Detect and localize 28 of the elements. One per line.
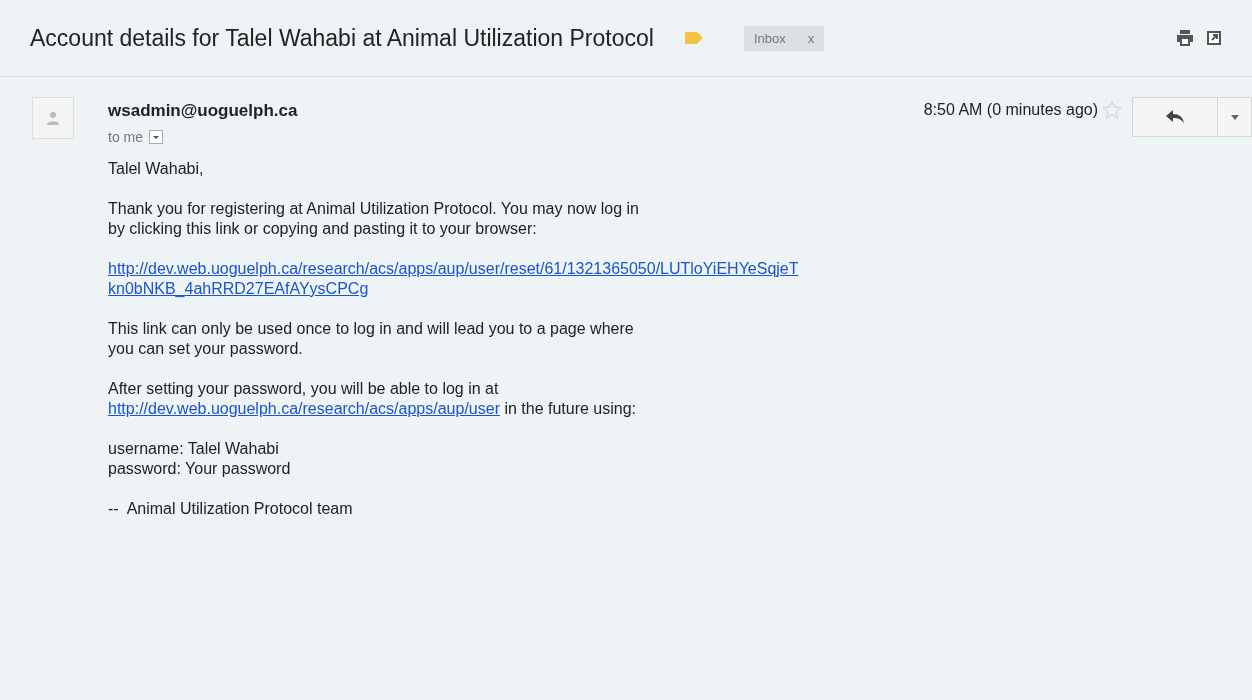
caret-icon — [1230, 114, 1239, 120]
body-text: Thank you for registering at Animal Utilization Protocol. You may now log in — [108, 200, 639, 217]
body-text: you can set your password. — [108, 340, 303, 357]
body-text: in the future using: — [503, 400, 637, 417]
body-text: by clicking this link or copying and pasting it to your browser: — [108, 220, 537, 237]
link[interactable]: http://dev.web.uoguelph.ca/research/acs/apps/aup/user/reset/61/1321365050/LUTloYiEHYeSqjeT — [108, 260, 799, 277]
message-time: 8:50 AM (0 minutes ago) — [923, 101, 1098, 119]
new-window-icon[interactable] — [1206, 30, 1222, 46]
body-text: password: Your password — [108, 460, 291, 477]
star-icon[interactable] — [1102, 100, 1122, 120]
details-dropdown-icon[interactable] — [149, 130, 163, 144]
body-text: This link can only be used once to log in and will lead you to a page where — [108, 320, 634, 337]
link[interactable]: http://dev.web.uoguelph.ca/research/acs/apps/aup/user — [108, 400, 500, 417]
label-text: Inbox — [753, 30, 786, 46]
remove-label-button[interactable]: x — [807, 30, 815, 46]
inbox-label[interactable]: Inbox x — [743, 25, 825, 51]
sender-address: wsadmin@uoguelph.ca — [108, 101, 298, 121]
body-text: After setting your password, you will be able to log in at — [108, 380, 499, 397]
reply-arrow-icon — [1166, 110, 1184, 124]
body-text: username: Talel Wahabi — [108, 440, 279, 457]
print-icon[interactable] — [1176, 30, 1194, 46]
avatar — [32, 97, 74, 139]
reply-button[interactable] — [1132, 97, 1218, 137]
recipient-text: to me — [108, 129, 143, 145]
email-subject: Account details for Talel Wahabi at Animal Utilization Protocol — [30, 24, 654, 52]
body-text: Talel Wahabi, — [108, 160, 204, 177]
link[interactable]: kn0bNKB_4ahRRD27EAfAYysCPCg — [108, 280, 369, 297]
body-text: -- Animal Utilization Protocol team — [108, 500, 353, 517]
